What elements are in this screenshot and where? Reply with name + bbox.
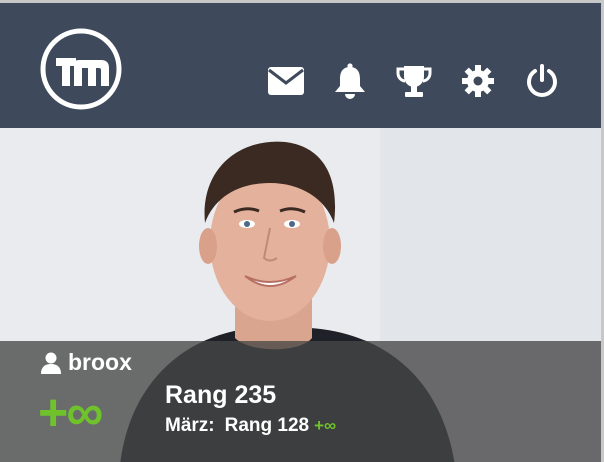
monthly-rank-row: März: Rang 128 +∞ — [165, 415, 336, 437]
logo-icon[interactable] — [40, 28, 122, 110]
trophy-icon — [396, 66, 432, 97]
month-rank: Rang 128 — [224, 415, 310, 436]
profile-info-bar: broox +∞ Rang 235 März: Rang 128 +∞ — [0, 341, 601, 462]
app-frame: broox +∞ Rang 235 März: Rang 128 +∞ — [0, 0, 604, 462]
settings-button[interactable] — [459, 61, 497, 101]
total-points: +∞ — [38, 384, 103, 442]
mail-button[interactable] — [267, 61, 305, 101]
header-bar — [0, 3, 601, 128]
notifications-button[interactable] — [331, 61, 369, 101]
mail-icon — [268, 67, 304, 95]
bell-icon — [335, 63, 365, 99]
month-points: +∞ — [314, 416, 337, 435]
user-icon — [41, 352, 61, 374]
month-label: März: — [165, 415, 215, 436]
gear-icon — [462, 65, 494, 97]
username: broox — [68, 349, 132, 375]
power-icon — [527, 64, 557, 97]
achievements-button[interactable] — [395, 61, 433, 101]
overall-rank: Rang 235 — [165, 381, 277, 409]
profile-photo: broox +∞ Rang 235 März: Rang 128 +∞ — [0, 128, 601, 462]
logout-button[interactable] — [523, 61, 561, 101]
username-row[interactable]: broox — [40, 349, 132, 376]
header-icons — [267, 61, 561, 101]
